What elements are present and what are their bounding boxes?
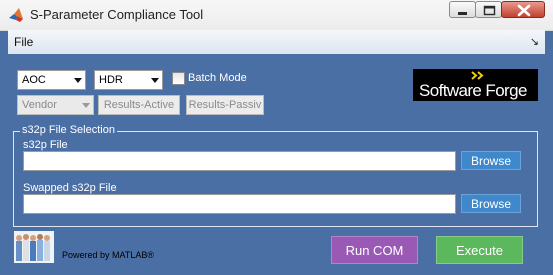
client-area: File ↘ AOC HDR Batch Mode Vendor Results… xyxy=(8,30,545,267)
minimize-icon xyxy=(458,12,467,15)
matlab-icon xyxy=(9,8,23,22)
close-button[interactable] xyxy=(501,1,545,18)
batch-mode-label: Batch Mode xyxy=(188,72,247,84)
app-window: S-Parameter Compliance Tool File ↘ AOC H… xyxy=(0,0,553,275)
menu-arrow-icon[interactable]: ↘ xyxy=(530,35,539,48)
chevron-down-icon xyxy=(151,78,159,83)
type-select-value: AOC xyxy=(22,74,46,86)
maximize-icon xyxy=(483,5,496,16)
run-com-button[interactable]: Run COM xyxy=(331,236,418,264)
results-passive-button[interactable]: Results-Passiv xyxy=(186,95,264,115)
vendor-select-value: Vendor xyxy=(22,99,57,111)
logo-text: Software Forge xyxy=(419,81,527,100)
window-bottom-border xyxy=(0,267,553,275)
execute-button[interactable]: Execute xyxy=(436,236,523,264)
people-icon xyxy=(14,231,54,263)
title-bar: S-Parameter Compliance Tool xyxy=(0,0,553,31)
batch-mode-checkbox[interactable] xyxy=(172,72,185,85)
s32p-file-input[interactable] xyxy=(23,151,456,171)
menu-file[interactable]: File xyxy=(14,35,33,49)
powered-by-label: Powered by MATLAB® xyxy=(62,250,154,260)
s32p-file-label: s32p File xyxy=(23,139,68,151)
window-title: S-Parameter Compliance Tool xyxy=(30,7,204,22)
browse-s32p-button[interactable]: Browse xyxy=(461,151,521,170)
minimize-button[interactable] xyxy=(449,1,476,18)
chevrons-icon xyxy=(471,71,484,80)
browse-swapped-button[interactable]: Browse xyxy=(461,194,521,213)
chevron-down-icon xyxy=(82,103,90,108)
file-selection-group: s32p File Selection s32p File Browse Swa… xyxy=(13,124,538,227)
rate-select[interactable]: HDR xyxy=(94,70,163,90)
swapped-s32p-file-input[interactable] xyxy=(23,194,456,214)
close-icon xyxy=(517,4,531,17)
software-forge-logo: Software Forge xyxy=(413,69,538,101)
vendor-select[interactable]: Vendor xyxy=(17,95,94,115)
rate-select-value: HDR xyxy=(99,74,123,86)
group-title: s32p File Selection xyxy=(20,124,117,136)
maximize-button[interactable] xyxy=(475,1,502,18)
chevron-down-icon xyxy=(74,78,82,83)
menu-bar: File ↘ xyxy=(8,30,545,54)
type-select[interactable]: AOC xyxy=(17,70,86,90)
swapped-s32p-file-label: Swapped s32p File xyxy=(23,182,117,194)
results-active-button[interactable]: Results-Active xyxy=(98,95,180,115)
